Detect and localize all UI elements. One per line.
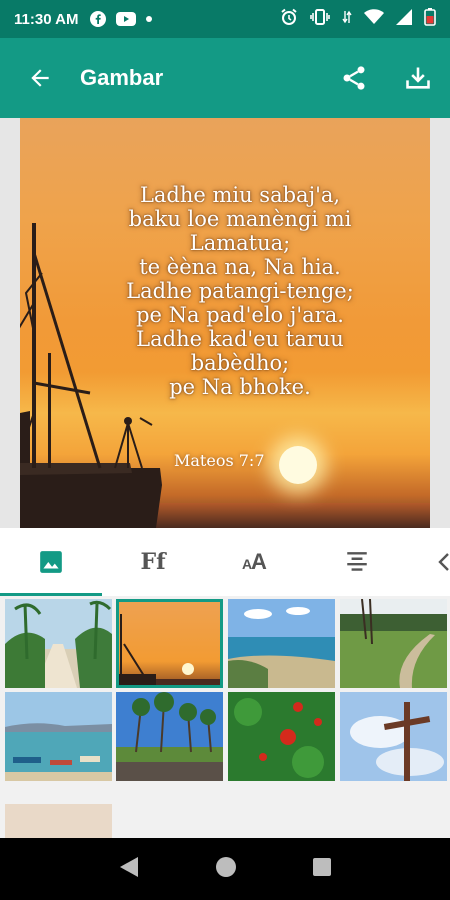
verse-line: pe Na pad'elo j'ara. (136, 303, 344, 327)
chevron-left-icon (438, 553, 449, 571)
download-button[interactable] (386, 38, 450, 118)
tab-image[interactable] (0, 528, 102, 596)
verse-image-preview: Ladhe miu sabaj'a, baku loe manèngi mi L… (20, 118, 430, 528)
page-title: Gambar (80, 65, 164, 90)
share-icon (343, 66, 365, 90)
dot-icon (146, 16, 153, 22)
nav-home-button[interactable] (215, 856, 237, 883)
verse-line: Ladhe patangi-tenge; (126, 279, 354, 303)
tab-text-size[interactable]: AA (204, 528, 306, 596)
preview-area: Ladhe miu sabaj'a, baku loe manèngi mi L… (0, 118, 450, 528)
gallery-thumb-red-flowers-tree[interactable] (228, 692, 335, 781)
gallery-thumb-palm-beach-path[interactable] (5, 599, 112, 688)
gallery-thumb-palm-grove[interactable] (116, 692, 223, 781)
editor-tabs: Ff AA (0, 528, 450, 596)
alarm-icon (280, 8, 298, 30)
nav-recents-button[interactable] (312, 857, 332, 882)
nav-back-icon (119, 856, 138, 877)
svg-text:A: A (251, 549, 267, 571)
status-right-icons (280, 8, 436, 30)
verse-line: babèdho; (190, 351, 290, 375)
font-icon: Ff (140, 549, 166, 575)
verse-line: pe Na bhoke. (169, 375, 311, 399)
battery-icon (424, 8, 436, 30)
tab-align[interactable] (306, 528, 408, 596)
gallery-thumb-sunset-ship[interactable] (116, 599, 223, 688)
gallery-thumb-coast-island[interactable] (228, 599, 335, 688)
tab-more[interactable] (408, 528, 450, 596)
wifi-icon (364, 9, 384, 29)
verse-reference: Mateos 7:7 (174, 451, 265, 470)
tab-font[interactable]: Ff (102, 528, 204, 596)
image-icon (40, 551, 62, 573)
verse-line: Ladhe miu sabaj'a, (139, 183, 341, 207)
verse-line: baku loe manèngi mi (128, 207, 352, 231)
signal-icon (396, 9, 412, 29)
gallery-thumb-partial-beige[interactable] (5, 804, 112, 838)
gallery-thumb-harbor-boats[interactable] (5, 692, 112, 781)
verse-line: Lamatua; (189, 231, 291, 255)
download-icon (406, 67, 430, 89)
sun (279, 446, 317, 484)
back-button[interactable] (0, 38, 80, 118)
nav-home-icon (215, 856, 236, 877)
gallery-thumb-cross-sky[interactable] (340, 692, 447, 781)
youtube-icon (116, 12, 137, 26)
nav-back-button[interactable] (118, 855, 140, 884)
app-bar: Gambar (0, 38, 450, 118)
status-time: 11:30 AM (14, 10, 79, 28)
share-button[interactable] (322, 38, 386, 118)
vibrate-icon (310, 9, 330, 29)
system-nav-bar (0, 838, 450, 900)
gallery-thumb-grass-path-trees[interactable] (340, 599, 447, 688)
arrow-left-icon (31, 69, 49, 87)
verse-text: Ladhe miu sabaj'a, baku loe manèngi mi L… (70, 183, 410, 399)
data-icon (342, 9, 352, 29)
verse-line: Ladhe kad'eu taruu (136, 327, 344, 351)
facebook-icon (90, 11, 107, 27)
nav-recents-icon (313, 857, 332, 876)
status-bar: 11:30 AM (0, 0, 450, 38)
align-center-icon (347, 552, 367, 571)
image-gallery (0, 596, 450, 838)
verse-line: te èèna na, Na hia. (139, 255, 341, 279)
text-size-icon: AA (241, 549, 269, 576)
